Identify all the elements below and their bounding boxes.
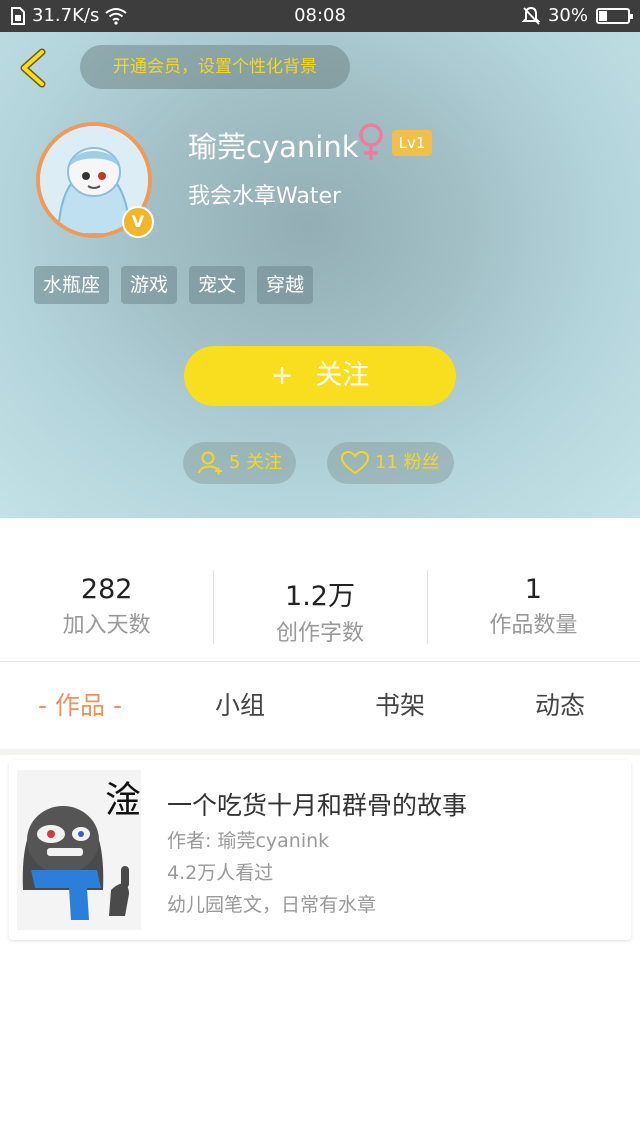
work-cover[interactable]: 淦: [17, 770, 141, 930]
work-author: 作者: 瑜莞cyanink: [167, 830, 330, 852]
back-button[interactable]: [14, 46, 58, 90]
plus-icon: +: [270, 360, 294, 391]
verified-badge: V: [122, 206, 154, 238]
username: 瑜莞cyanink: [188, 130, 359, 164]
cover-text: 淦: [105, 780, 141, 821]
vip-banner-button[interactable]: 开通会员，设置个性化背景: [80, 45, 350, 89]
fans-count-button[interactable]: 11 粉丝: [327, 442, 454, 484]
stat-value: 282: [80, 574, 133, 605]
stat-label: 作品数量: [489, 613, 578, 638]
tag[interactable]: 游戏: [121, 266, 178, 304]
following-count: 5 关注: [229, 452, 283, 473]
stat-word-count: 1.2万 创作字数: [213, 518, 426, 661]
follow-label: 关注: [315, 360, 370, 391]
signature: 我会水章Water: [188, 184, 342, 209]
stat-label: 加入天数: [62, 613, 151, 638]
stat-days-joined: 282 加入天数: [0, 518, 213, 661]
tab-bookshelf[interactable]: 书架: [320, 663, 480, 749]
tag[interactable]: 穿越: [257, 266, 314, 304]
battery-fill: [599, 10, 607, 21]
work-card[interactable]: 淦 一个吃货十月和群骨的故事 作者: 瑜莞cyanink 4.2万人看过 幼儿园…: [9, 760, 631, 940]
work-views: 4.2万人看过: [167, 862, 274, 884]
profile-header: 开通会员，设置个性化背景 V 瑜莞cyanink Lv1 我会水章Water 水…: [0, 32, 640, 518]
heart-icon: [341, 451, 369, 475]
stats-row: 282 加入天数 1.2万 创作字数 1 作品数量: [0, 518, 640, 662]
work-title[interactable]: 一个吃货十月和群骨的故事: [167, 786, 467, 822]
profile-tabs: - 作品 - 小组 书架 动态: [0, 663, 640, 749]
follow-button[interactable]: + 关注: [184, 346, 456, 406]
tag-list: 水瓶座 游戏 宠文 穿越: [34, 266, 314, 304]
section-divider: [0, 749, 640, 755]
battery-icon: [596, 7, 633, 24]
tag[interactable]: 宠文: [189, 266, 246, 304]
female-icon: [356, 122, 386, 162]
stat-label: 创作字数: [275, 621, 364, 646]
level-badge: Lv1: [392, 130, 432, 156]
fans-count: 11 粉丝: [375, 452, 440, 473]
chevron-left-icon: [20, 48, 46, 88]
stat-value: 1.2万: [285, 581, 355, 612]
tab-groups[interactable]: 小组: [160, 663, 320, 749]
stat-works-count: 1 作品数量: [426, 518, 640, 661]
battery-percent: 30%: [547, 5, 588, 26]
work-description: 幼儿园笔文，日常有水章: [167, 894, 377, 916]
tab-works[interactable]: - 作品 -: [0, 663, 160, 749]
mute-bell-icon: [521, 6, 540, 25]
cover-illustration: 淦: [17, 770, 141, 930]
tab-activity[interactable]: 动态: [480, 663, 640, 749]
stat-value: 1: [524, 574, 542, 605]
status-bar: 31.7K/s 08:08 30%: [0, 0, 640, 32]
following-count-button[interactable]: 5 关注: [183, 442, 297, 484]
add-user-icon: [198, 451, 222, 475]
tag[interactable]: 水瓶座: [34, 266, 110, 304]
